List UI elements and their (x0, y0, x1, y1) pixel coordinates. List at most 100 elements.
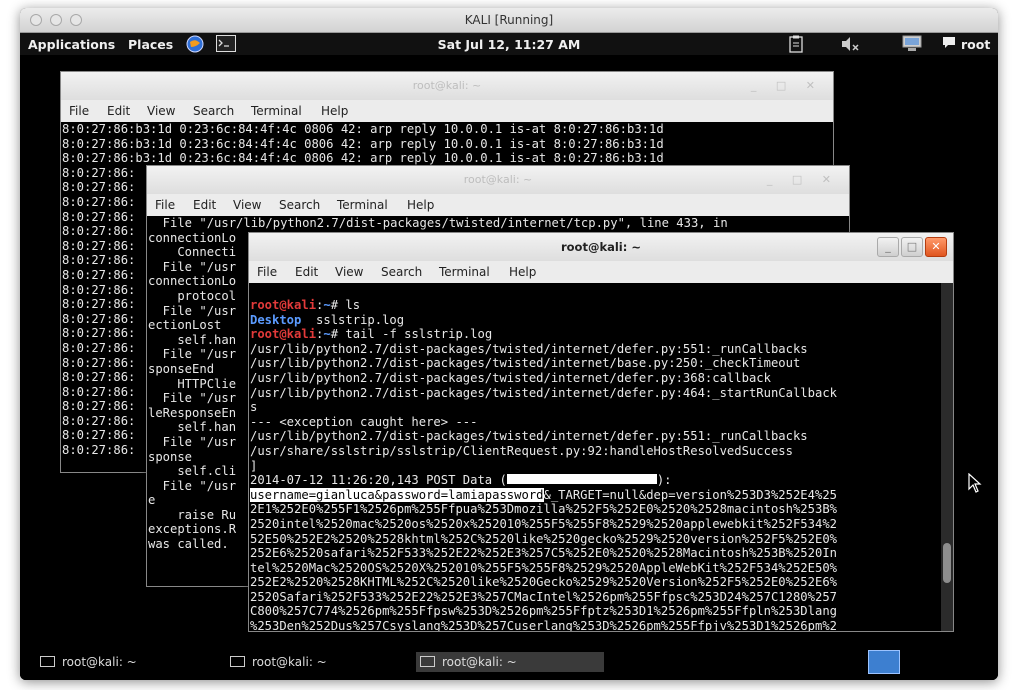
top-panel: Applications Places Sat Jul 12, 11:27 AM… (20, 33, 998, 55)
terminal-1-title: root@kali: ~ (412, 79, 482, 92)
terminal-3-window-buttons: _ □ ✕ (875, 237, 947, 257)
credentials-line: username=gianluca&password=lamiapassword… (250, 487, 953, 503)
log-line: ] (250, 458, 258, 473)
post-prefix: 2014-07-12 11:26:20,143 POST Data ( (250, 473, 507, 488)
menu-edit[interactable]: Edit (295, 265, 318, 279)
log-line: tel%2520Mac%2520OS%2520X%252010%255F5%25… (250, 560, 837, 575)
log-line: /usr/share/sslstrip/sslstrip/ClientReque… (250, 443, 793, 458)
terminal-3-menubar: File Edit View Search Terminal Help (249, 261, 953, 283)
menu-view[interactable]: View (233, 198, 261, 212)
log-line: 2520intel%2520mac%2520os%2520x%252010%25… (250, 516, 837, 531)
ls-output: Desktop sslstrip.log (250, 313, 953, 328)
log-line: --- <exception caught here> --- (250, 414, 478, 429)
terminal-line: File "/usr/lib/python2.7/dist-packages/t… (148, 216, 728, 230)
scrollbar-thumb[interactable] (943, 543, 951, 583)
prompt-user: root@kali (250, 327, 317, 342)
terminal-line: 8:0:27:86:b3:1d 0:23:6c:84:4f:4c 0806 42… (62, 136, 664, 151)
taskbar-label: root@kali: ~ (252, 655, 327, 669)
terminal-icon (230, 656, 245, 667)
log-line: 2520Safari%252F533%252E22%252E3%257CMacI… (250, 589, 837, 604)
guest-desktop: Applications Places Sat Jul 12, 11:27 AM… (20, 33, 998, 680)
terminal-2-title: root@kali: ~ (463, 173, 533, 186)
taskbar-label: root@kali: ~ (62, 655, 137, 669)
terminal-2-titlebar[interactable]: root@kali: ~ _ □ ✕ (147, 166, 849, 194)
log-line: 2E1%252E0%255F1%2526pm%255Ffpua%253Dmozi… (250, 502, 837, 517)
terminal-2-menubar: File Edit View Search Terminal Help (147, 194, 849, 216)
prompt-user: root@kali (250, 298, 317, 312)
log-line: 252E2%2520%2528KHTML%252C%2520like%2520G… (250, 575, 837, 590)
ls-file-entry: sslstrip.log (301, 312, 405, 327)
log-line: /usr/lib/python2.7/dist-packages/twisted… (250, 370, 771, 385)
prompt-line-tail: root@kali:~# tail -f sslstrip.log (250, 327, 953, 342)
minimize-icon[interactable]: _ (877, 237, 899, 257)
terminal-3-titlebar[interactable]: root@kali: ~ _ □ ✕ (249, 233, 953, 261)
post-data-line: 2014-07-12 11:26:20,143 POST Data (): (250, 473, 953, 488)
taskbar-label: root@kali: ~ (442, 655, 517, 669)
log-line: /usr/lib/python2.7/dist-packages/twisted… (250, 385, 837, 400)
host-window-title: KALI [Running] (464, 13, 554, 27)
terminal-icon (420, 656, 435, 667)
log-line: /usr/lib/python2.7/dist-packages/twisted… (250, 356, 801, 371)
terminal-window-3[interactable]: root@kali: ~ _ □ ✕ File Edit View Search T… (248, 232, 954, 632)
user-chat-icon[interactable] (942, 36, 956, 52)
menu-terminal[interactable]: Terminal (337, 198, 388, 212)
log-line: /usr/lib/python2.7/dist-packages/twisted… (250, 429, 808, 444)
prompt-path: ~ (323, 298, 331, 312)
menu-edit[interactable]: Edit (193, 198, 216, 212)
clipboard-icon[interactable] (788, 35, 804, 56)
prompt-hash: # (330, 298, 346, 312)
terminal-line: 8:0:27:86:b3:1d 0:23:6c:84:4f:4c 0806 42… (62, 122, 664, 136)
log-line: /usr/lib/python2.7/dist-packages/twisted… (250, 341, 808, 356)
workspace-switcher[interactable] (868, 650, 900, 674)
close-icon[interactable]: ✕ (925, 237, 947, 257)
taskbar-item-3[interactable]: root@kali: ~ (416, 652, 604, 672)
terminal-3-title: root@kali: ~ (560, 240, 641, 254)
menu-search[interactable]: Search (381, 265, 422, 279)
log-line: 52E50%252E2%2520%2528khtml%252C%2520like… (250, 531, 837, 546)
prompt-path: ~ (323, 327, 331, 342)
menu-help[interactable]: Help (321, 104, 348, 118)
command-text: tail -f sslstrip.log (345, 327, 493, 342)
log-line: C800%257C774%2526pm%255Ffpsw%253D%2526pm… (250, 604, 837, 619)
terminal-icon (40, 656, 55, 667)
ls-dir-entry: Desktop (250, 312, 302, 327)
prompt-line-ls: root@kali:~# ls (250, 298, 953, 313)
menu-file[interactable]: File (155, 198, 175, 212)
volume-muted-icon[interactable] (840, 36, 860, 55)
bottom-taskbar: root@kali: ~ root@kali: ~ root@kali: ~ (20, 645, 998, 680)
terminal-line: 8:0:27:86:b3:1d 0:23:6c:84:4f:4c 0806 42… (62, 151, 664, 166)
mouse-cursor-icon (968, 473, 982, 493)
post-params: &_TARGET=null&dep=version%253D3%252E4%25 (543, 487, 838, 502)
prompt-hash: # (330, 327, 346, 342)
network-icon[interactable] (902, 35, 922, 56)
menu-view[interactable]: View (147, 104, 175, 118)
menu-search[interactable]: Search (193, 104, 234, 118)
user-menu[interactable]: root (961, 37, 990, 52)
host-titlebar[interactable]: KALI [Running] (20, 8, 998, 33)
terminal-3-scrollbar[interactable] (941, 283, 953, 631)
log-line: 252E6%2520safari%252F533%252E22%252E3%25… (250, 546, 837, 561)
terminal-1-titlebar[interactable]: root@kali: ~ _ □ ✕ (61, 72, 833, 100)
menu-terminal[interactable]: Terminal (439, 265, 490, 279)
highlighted-credentials[interactable]: username=gianluca&password=lamiapassword (250, 487, 544, 502)
maximize-icon[interactable]: □ (901, 237, 923, 257)
terminal-3-output[interactable]: root@kali:~# ls Desktop sslstrip.log roo… (249, 283, 953, 631)
menu-file[interactable]: File (69, 104, 89, 118)
menu-edit[interactable]: Edit (107, 104, 130, 118)
terminal-1-menubar: File Edit View Search Terminal Help (61, 100, 833, 122)
log-line: s (250, 400, 258, 415)
menu-help[interactable]: Help (407, 198, 434, 212)
menu-terminal[interactable]: Terminal (251, 104, 302, 118)
virtualbox-window: KALI [Running] Applications Places Sat J… (20, 8, 998, 680)
terminal-1-window-buttons[interactable]: _ □ ✕ (751, 79, 823, 92)
menu-help[interactable]: Help (509, 265, 536, 279)
menu-search[interactable]: Search (279, 198, 320, 212)
redacted-block (506, 474, 657, 485)
menu-file[interactable]: File (257, 265, 277, 279)
terminal-2-window-buttons[interactable]: _ □ ✕ (767, 173, 839, 186)
taskbar-item-1[interactable]: root@kali: ~ (36, 652, 210, 672)
menu-view[interactable]: View (335, 265, 363, 279)
taskbar-item-2[interactable]: root@kali: ~ (226, 652, 400, 672)
command-text: ls (345, 298, 361, 312)
log-line: %253Den%252Dus%257Csyslang%253D%257Cuser… (250, 619, 837, 631)
